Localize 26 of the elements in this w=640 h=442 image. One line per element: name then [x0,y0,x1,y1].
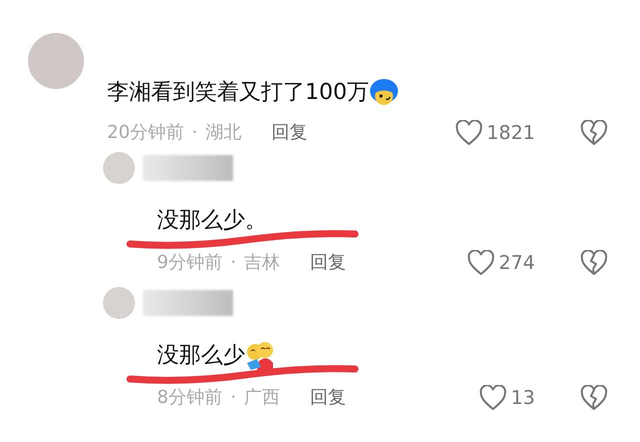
heart-icon[interactable] [454,120,483,146]
broken-heart-icon[interactable] [580,120,608,146]
heart-icon[interactable] [478,385,507,411]
emoji-icon [369,78,399,108]
comment-location: 广西 [244,386,280,410]
like-count: 1821 [486,121,535,145]
like-count: 13 [510,386,535,410]
comment-time: 20分钟前 [107,121,184,145]
reply-link[interactable]: 回复 [310,386,346,410]
like-count: 274 [498,251,535,275]
emoji-icon [245,341,275,371]
comment-time: 9分钟前 [157,251,222,275]
comment-location: 吉林 [244,251,280,275]
broken-heart-icon[interactable] [580,250,608,276]
separator-dot: · [230,386,236,410]
comment-text: 没那么少 [157,342,245,370]
heart-icon[interactable] [466,250,495,276]
reply-link[interactable]: 回复 [272,121,308,145]
comment-location: 湖北 [206,121,242,145]
comment-text: 李湘看到笑着又打了100万 [107,79,369,107]
comment-text: 没那么少。 [157,207,267,235]
separator-dot: · [230,251,236,275]
comment-time: 8分钟前 [157,386,222,410]
reply-link[interactable]: 回复 [310,251,346,275]
broken-heart-icon[interactable] [580,385,608,411]
separator-dot: · [192,121,198,145]
